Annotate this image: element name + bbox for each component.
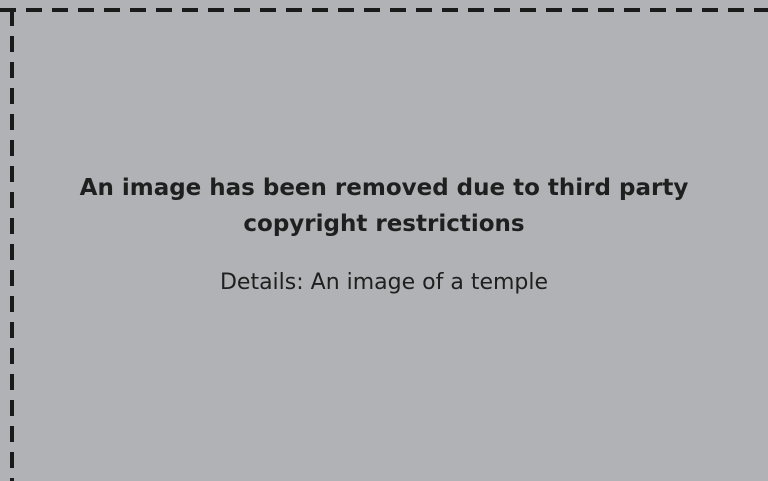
notice-title: An image has been removed due to third p… bbox=[79, 175, 689, 237]
image-placeholder: An image has been removed due to third p… bbox=[0, 0, 768, 481]
removal-notice: An image has been removed due to third p… bbox=[0, 170, 768, 298]
notice-details: Details: An image of a temple bbox=[219, 270, 549, 295]
